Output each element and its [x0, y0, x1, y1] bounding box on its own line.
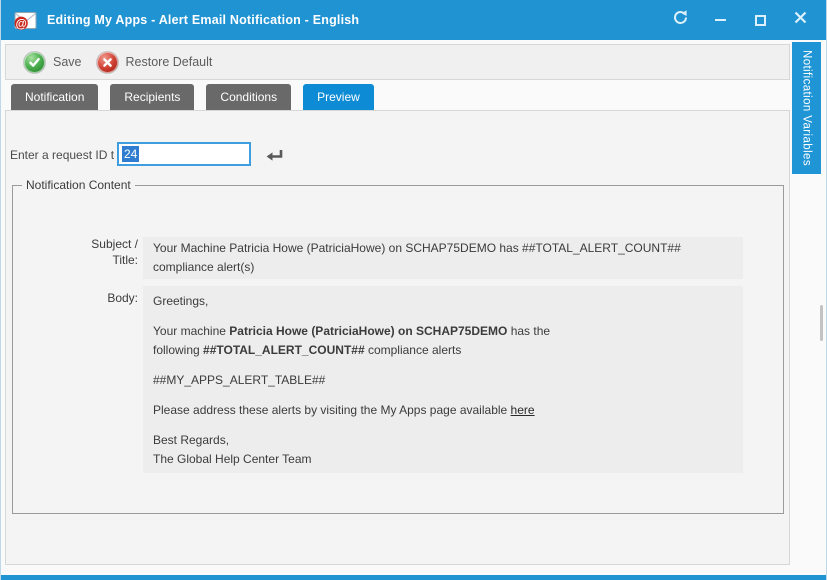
- request-id-label: Enter a request ID t: [10, 148, 114, 162]
- dialog-window: @ Editing My Apps - Alert Email Notifica…: [0, 0, 827, 580]
- app-email-icon: @: [12, 8, 38, 33]
- body-table-variable: ##MY_APPS_ALERT_TABLE##: [153, 371, 733, 390]
- restore-default-button[interactable]: Restore Default: [96, 51, 213, 74]
- subject-value: Your Machine Patricia Howe (PatriciaHowe…: [143, 237, 743, 279]
- subject-title-label: Subject / Title:: [78, 236, 138, 268]
- window-title: Editing My Apps - Alert Email Notificati…: [47, 13, 359, 27]
- preview-tab-panel: Enter a request ID t 24 Notification Con…: [5, 110, 790, 565]
- minimize-icon: [715, 19, 726, 21]
- request-id-value: 24: [122, 146, 139, 162]
- restore-default-label: Restore Default: [126, 55, 213, 69]
- request-id-input[interactable]: 24: [117, 142, 251, 166]
- toolbar: Save Restore Default: [5, 44, 790, 80]
- tab-notification[interactable]: Notification: [11, 84, 98, 110]
- save-label: Save: [53, 55, 82, 69]
- refresh-button[interactable]: [660, 0, 700, 40]
- restore-x-icon: [96, 51, 119, 74]
- maximize-icon: [755, 15, 766, 26]
- window-controls: [660, 0, 820, 40]
- body-value: Greetings, Your machine Patricia Howe (P…: [143, 286, 743, 473]
- enter-key-icon: [264, 148, 285, 168]
- tab-strip: Notification Recipients Conditions Previ…: [11, 84, 374, 110]
- close-button[interactable]: [780, 0, 820, 40]
- close-icon: [794, 11, 807, 29]
- scrollbar-thumb[interactable]: [820, 305, 823, 341]
- save-button[interactable]: Save: [23, 51, 82, 74]
- tab-recipients[interactable]: Recipients: [110, 84, 194, 110]
- maximize-button[interactable]: [740, 0, 780, 40]
- group-title: Notification Content: [22, 178, 135, 192]
- titlebar: @ Editing My Apps - Alert Email Notifica…: [1, 0, 827, 40]
- body-label: Body:: [78, 290, 138, 306]
- tab-conditions[interactable]: Conditions: [206, 84, 291, 110]
- body-cta-line: Please address these alerts by visiting …: [153, 401, 733, 420]
- notification-variables-tab[interactable]: Notification Variables: [792, 42, 821, 174]
- window-bottom-border: [1, 575, 827, 580]
- refresh-icon: [672, 9, 689, 31]
- notification-content-group: Notification Content Subject / Title: Yo…: [12, 185, 784, 514]
- body-machine-line: Your machine Patricia Howe (PatriciaHowe…: [153, 322, 733, 360]
- save-check-icon: [23, 51, 46, 74]
- svg-text:@: @: [16, 18, 27, 30]
- body-signoff: Best Regards,The Global Help Center Team: [153, 431, 733, 469]
- body-greeting: Greetings,: [153, 292, 733, 311]
- tab-preview[interactable]: Preview: [303, 84, 374, 110]
- request-id-row: Enter a request ID t 24: [6, 111, 789, 171]
- minimize-button[interactable]: [700, 0, 740, 40]
- here-link[interactable]: here: [511, 403, 535, 417]
